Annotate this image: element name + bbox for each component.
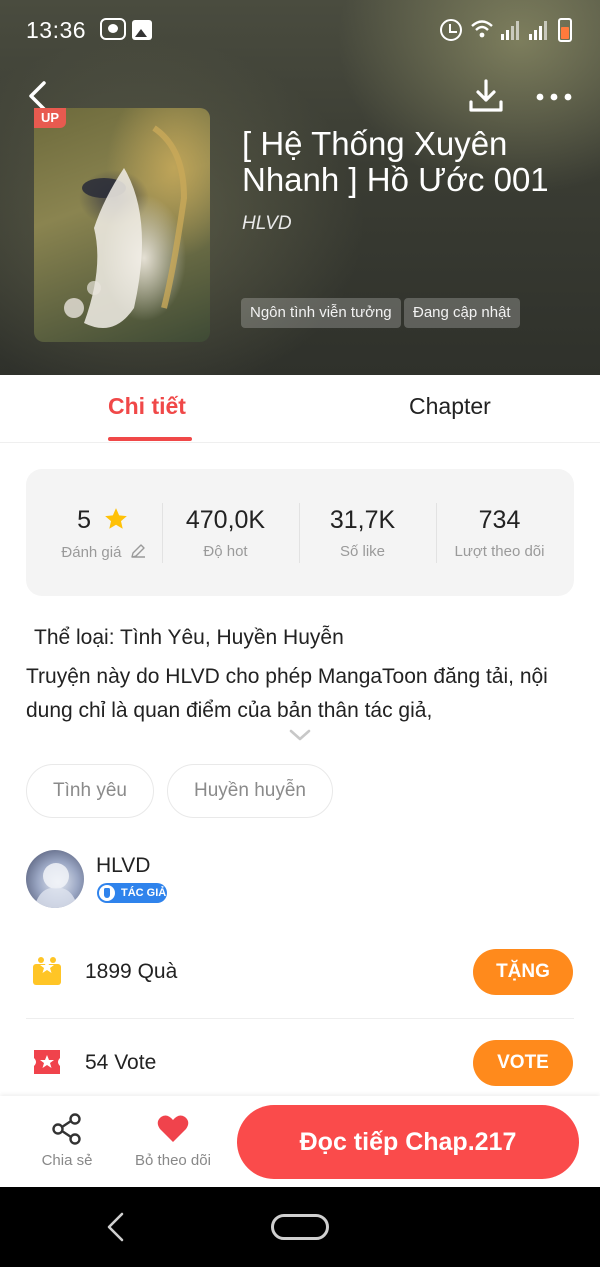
rating-value: 5 bbox=[77, 506, 91, 534]
unfollow-label: Bỏ theo dõi bbox=[135, 1152, 211, 1169]
alarm-icon bbox=[440, 19, 462, 41]
author-avatar[interactable] bbox=[26, 850, 84, 908]
genre-tag[interactable]: Ngôn tình viễn tưởng bbox=[241, 298, 401, 328]
edit-pencil-icon bbox=[130, 544, 145, 558]
wifi-icon bbox=[471, 20, 493, 38]
rating-label: Đánh giá bbox=[61, 544, 122, 561]
genre-chip[interactable]: Tình yêu bbox=[26, 764, 154, 818]
more-dots-icon[interactable] bbox=[536, 90, 572, 104]
likes-label: Số like bbox=[339, 543, 386, 560]
vote-count-value: 54 bbox=[85, 1051, 109, 1074]
gift-icon bbox=[33, 957, 61, 985]
signal-icon bbox=[529, 21, 547, 40]
description-text[interactable]: Truyện này do HLVD cho phép MangaToon đă… bbox=[26, 660, 576, 728]
chevron-down-icon[interactable] bbox=[288, 727, 312, 743]
author-badge-label: TÁC GIẢ bbox=[121, 887, 167, 899]
stat-likes: 31,7K Số like bbox=[294, 505, 431, 560]
hot-label: Độ hot bbox=[203, 543, 248, 560]
battery-icon bbox=[558, 18, 572, 42]
gift-button[interactable]: TẶNG bbox=[473, 949, 573, 995]
tab-bar: Chi tiết Chapter bbox=[0, 375, 600, 443]
stat-followers: 734 Lượt theo dõi bbox=[431, 505, 568, 560]
share-icon bbox=[52, 1113, 81, 1145]
vote-button[interactable]: VOTE bbox=[473, 1040, 573, 1086]
vote-count: 54 Vote bbox=[85, 1051, 156, 1075]
stat-hot: 470,0K Độ hot bbox=[157, 505, 294, 560]
signal-icon bbox=[501, 21, 519, 40]
genre-chip[interactable]: Huyền huyễn bbox=[167, 764, 333, 818]
genre-line: Thể loại: Tình Yêu, Huyền Huyễn bbox=[34, 626, 344, 649]
vote-ticket-icon bbox=[34, 1050, 60, 1074]
heart-icon bbox=[157, 1115, 189, 1142]
active-tab-indicator bbox=[108, 437, 192, 441]
gallery-icon bbox=[132, 20, 152, 40]
gift-count: 1899 Quà bbox=[85, 960, 177, 984]
update-badge: UP bbox=[34, 108, 66, 128]
author-badge-icon bbox=[99, 885, 115, 901]
author-badge: TÁC GIẢ bbox=[97, 883, 167, 903]
bottom-action-bar: Chia sẻ Bỏ theo dõi Đọc tiếp Chap.217 bbox=[0, 1096, 600, 1187]
vote-count-unit: Vote bbox=[114, 1051, 157, 1074]
followers-value: 734 bbox=[478, 506, 521, 534]
tab-details[interactable]: Chi tiết bbox=[108, 393, 186, 420]
divider bbox=[26, 1018, 574, 1019]
share-label: Chia sẻ bbox=[41, 1152, 93, 1169]
status-time: 13:36 bbox=[26, 17, 87, 43]
comic-cover-image[interactable] bbox=[34, 108, 210, 342]
star-icon bbox=[105, 508, 127, 529]
comic-author[interactable]: HLVD bbox=[242, 213, 292, 235]
comic-header: 13:36 UP [Hệ Thống Xuyên Nhanh] Hồ Ước… bbox=[0, 0, 600, 375]
share-button[interactable]: Chia sẻ bbox=[22, 1112, 112, 1169]
unfollow-button[interactable]: Bỏ theo dõi bbox=[128, 1112, 218, 1169]
gift-count-value: 1899 bbox=[85, 960, 132, 983]
tab-chapter[interactable]: Chapter bbox=[409, 393, 491, 420]
author-name[interactable]: HLVD bbox=[96, 854, 150, 878]
followers-label: Lượt theo dõi bbox=[454, 543, 545, 560]
cover-art bbox=[64, 125, 188, 328]
status-tag: Đang cập nhật bbox=[404, 298, 520, 328]
video-app-icon bbox=[100, 18, 126, 40]
stats-card: 5 Đánh giá 470,0K Độ hot 31,7K Số like 7… bbox=[26, 469, 574, 596]
stat-rating[interactable]: 5 Đánh giá bbox=[35, 505, 172, 561]
continue-reading-button[interactable]: Đọc tiếp Chap.217 bbox=[237, 1105, 579, 1179]
hot-value: 470,0K bbox=[185, 506, 266, 534]
download-icon[interactable] bbox=[468, 78, 504, 114]
avatar-art bbox=[34, 863, 78, 908]
gift-count-unit: Quà bbox=[137, 960, 178, 983]
nav-back-icon[interactable] bbox=[104, 1211, 126, 1243]
likes-value: 31,7K bbox=[329, 506, 396, 534]
nav-home-button[interactable] bbox=[271, 1214, 329, 1240]
comic-title: [ Hệ Thống Xuyên Nhanh ] Hồ Ước 001 bbox=[242, 125, 549, 198]
status-bar: 13:36 bbox=[0, 0, 600, 60]
